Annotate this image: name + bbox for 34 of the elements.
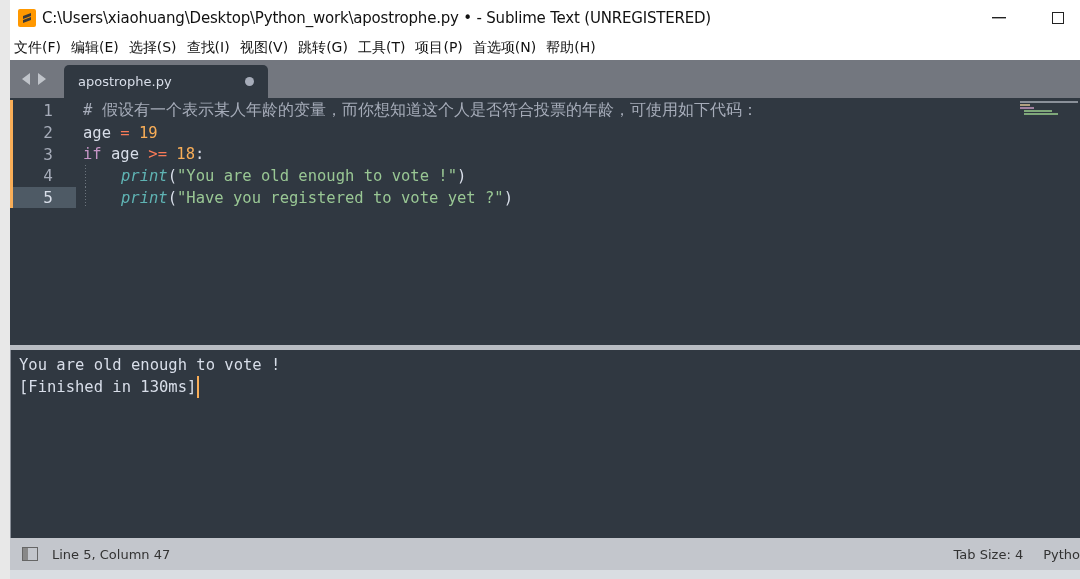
menu-item[interactable]: 视图(V) — [239, 38, 289, 57]
line-number: 1 — [42, 100, 54, 122]
menu-item[interactable]: 文件(F) — [14, 38, 61, 57]
output-text: [Finished in 130ms] — [19, 377, 197, 398]
tab-size-indicator[interactable]: Tab Size: 4 — [953, 546, 1024, 562]
panel-toggle-icon[interactable] — [22, 547, 38, 561]
menu-item[interactable]: 工具(T) — [357, 38, 406, 57]
code-line: if age >= 18: — [82, 145, 205, 164]
minimap-drawing[interactable] — [1020, 101, 1078, 117]
file-tab[interactable]: apostrophe.py — [64, 65, 268, 98]
text-cursor — [197, 376, 200, 398]
line-number: 4 — [42, 165, 54, 187]
code-line: print("You are old enough to vote !") — [120, 166, 467, 185]
line-number: 5 — [13, 186, 76, 209]
menu-item[interactable]: 查找(I) — [186, 38, 230, 57]
menu-item[interactable]: 选择(S) — [128, 38, 177, 57]
menu-item[interactable]: 帮助(H) — [546, 38, 596, 57]
menu-item[interactable]: 跳转(G) — [298, 38, 348, 57]
window-title: C:\Users\xiaohuang\Desktop\Python_work\apostrophe.py • - Sublime Text (UNREGISTERED) — [42, 8, 711, 27]
menu-item[interactable]: 首选项(N) — [472, 38, 537, 57]
menu-item[interactable]: 编辑(E) — [71, 38, 119, 57]
output-text: You are old enough to vote ! — [19, 355, 281, 376]
line-number: 3 — [42, 143, 54, 166]
code-editor[interactable]: 1 # 假设有一个表示某人年龄的变量，而你想知道这个人是否符合投票的年龄，可使用如下代码： 2 age = 19 3 if age >= 18: 4 print("You are old enough to vote !") 5 print("Have you registered to vote yet ?") — [10, 98, 1080, 345]
line-number: 2 — [42, 122, 54, 144]
minimize-icon[interactable] — [992, 16, 1006, 19]
code-line: # 假设有一个表示某人年龄的变量，而你想知道这个人是否符合投票的年龄，可使用如下代码： — [82, 100, 758, 122]
syntax-indicator[interactable]: Pytho — [1043, 546, 1080, 562]
maximize-icon[interactable] — [1052, 11, 1064, 24]
menu-item[interactable]: 项目(P) — [415, 38, 463, 57]
code-line: age = 19 — [82, 123, 158, 142]
code-line: print("Have you registered to vote yet ?") — [120, 188, 513, 207]
cursor-position: Line 5, Column 47 — [52, 546, 171, 562]
app-logo-icon — [18, 8, 36, 27]
